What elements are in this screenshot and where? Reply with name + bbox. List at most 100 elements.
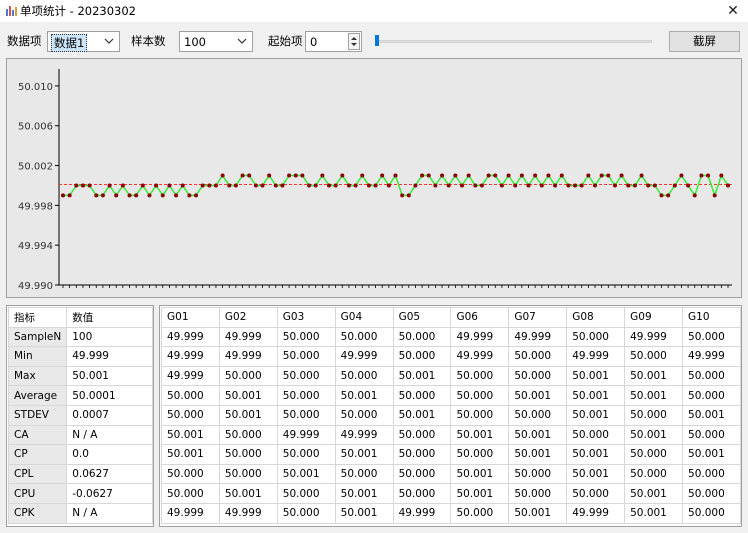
stats-header-cell: 数值 bbox=[66, 307, 153, 328]
data-point bbox=[307, 183, 312, 188]
data-point bbox=[726, 183, 730, 188]
groups-cell: 50.000 bbox=[276, 346, 336, 367]
table-row: CPK N / A bbox=[7, 502, 153, 524]
start-slider-track[interactable] bbox=[375, 40, 652, 43]
data-point bbox=[579, 183, 584, 188]
data-point bbox=[420, 173, 425, 178]
line-chart: 50.010 50.006 50.002 49.998 49.994 49.990 bbox=[18, 69, 732, 292]
groups-cell: 49.999 bbox=[334, 346, 394, 367]
table-row: 50.000 50.000 50.001 50.000 50.000 50.001 50.0… bbox=[161, 463, 741, 485]
data-point bbox=[440, 173, 445, 178]
groups-table: G01 G02 G03 G04 G05 G06 G07 G08 G09 G10 49.999 49.9… bbox=[161, 307, 741, 524]
screenshot-button[interactable]: 截屏 bbox=[669, 31, 740, 52]
data-point bbox=[154, 183, 159, 188]
data-item-select[interactable]: 数据1 bbox=[47, 31, 120, 52]
groups-cell: 50.001 bbox=[334, 385, 394, 406]
groups-cell: 50.000 bbox=[450, 385, 510, 406]
data-point bbox=[446, 183, 451, 188]
table-row: CPU -0.0627 bbox=[7, 483, 153, 504]
data-point bbox=[300, 173, 305, 178]
groups-header-cell: G05 bbox=[392, 307, 452, 328]
groups-cell: 49.999 bbox=[161, 346, 220, 367]
groups-cell: 50.001 bbox=[334, 483, 394, 504]
groups-cell: 50.000 bbox=[508, 483, 568, 504]
groups-header-cell: G07 bbox=[508, 307, 568, 328]
groups-header-row: G01 G02 G03 G04 G05 G06 G07 G08 G09 G10 bbox=[161, 307, 741, 328]
groups-cell: 50.001 bbox=[218, 404, 278, 426]
groups-cell: 50.001 bbox=[508, 385, 568, 406]
groups-cell: 50.001 bbox=[276, 463, 336, 485]
data-point bbox=[327, 183, 331, 188]
groups-cell: 49.999 bbox=[161, 502, 220, 524]
data-point bbox=[80, 183, 85, 188]
data-point bbox=[473, 183, 478, 188]
sample-count-select[interactable]: 100 bbox=[179, 31, 253, 52]
groups-cell: 49.999 bbox=[276, 424, 336, 446]
data-point bbox=[94, 193, 99, 198]
groups-cell: 50.000 bbox=[334, 463, 394, 485]
table-row: CP 0.0 bbox=[7, 444, 153, 465]
data-point bbox=[393, 173, 398, 178]
y-tick-label: 49.990 bbox=[18, 281, 53, 292]
groups-cell: 50.000 bbox=[682, 365, 741, 387]
data-point bbox=[699, 173, 704, 178]
groups-cell: 50.000 bbox=[218, 424, 278, 446]
stats-cell: Min bbox=[7, 346, 68, 367]
data-point bbox=[599, 173, 604, 178]
groups-cell: 49.999 bbox=[161, 326, 220, 348]
groups-cell: 50.000 bbox=[276, 326, 336, 348]
stats-cell: 0.0 bbox=[66, 444, 153, 465]
groups-cell: 49.999 bbox=[450, 326, 510, 348]
stats-cell: -0.0627 bbox=[66, 483, 153, 504]
stats-cell: CPK bbox=[7, 502, 68, 524]
data-point bbox=[273, 183, 278, 188]
data-point bbox=[87, 183, 92, 188]
groups-cell: 50.001 bbox=[624, 424, 684, 446]
groups-cell: 50.000 bbox=[624, 463, 684, 485]
data-point bbox=[573, 183, 578, 188]
table-row: 49.999 49.999 50.000 50.001 49.999 50.000 50.0… bbox=[161, 502, 741, 524]
data-point bbox=[260, 183, 265, 188]
groups-cell: 50.000 bbox=[392, 483, 452, 504]
groups-cell: 50.000 bbox=[682, 385, 741, 406]
groups-cell: 49.999 bbox=[161, 365, 220, 387]
chevron-down-icon bbox=[104, 38, 114, 44]
table-row: Max 50.001 bbox=[7, 365, 153, 387]
data-point bbox=[639, 173, 644, 178]
data-point bbox=[333, 183, 338, 188]
start-item-spinner[interactable]: 0 bbox=[305, 31, 362, 52]
data-point bbox=[120, 183, 125, 188]
start-slider-thumb[interactable] bbox=[375, 35, 379, 46]
data-point bbox=[706, 173, 711, 178]
groups-cell: 50.000 bbox=[450, 444, 510, 465]
data-point bbox=[61, 193, 65, 198]
data-point bbox=[553, 183, 558, 188]
data-point bbox=[606, 173, 611, 178]
spinner-buttons[interactable] bbox=[348, 33, 360, 50]
stats-header-cell: 指标 bbox=[7, 307, 68, 328]
groups-cell: 49.999 bbox=[624, 326, 684, 348]
data-point bbox=[632, 183, 637, 188]
close-button[interactable]: ✕ bbox=[718, 0, 748, 22]
table-row: 50.001 50.000 49.999 49.999 50.000 50.001 50.0… bbox=[161, 424, 741, 446]
groups-cell: 49.999 bbox=[334, 424, 394, 446]
groups-header-cell: G02 bbox=[218, 307, 278, 328]
y-tick-label: 50.010 bbox=[18, 82, 53, 93]
groups-cell: 50.001 bbox=[624, 502, 684, 524]
data-point bbox=[240, 173, 245, 178]
groups-cell: 50.000 bbox=[161, 385, 220, 406]
groups-cell: 50.000 bbox=[276, 404, 336, 426]
title-bar: 单项统计 - 20230302 ✕ bbox=[0, 0, 748, 22]
y-tick-label: 49.998 bbox=[18, 201, 53, 212]
data-point bbox=[386, 183, 391, 188]
groups-cell: 50.000 bbox=[276, 502, 336, 524]
groups-cell: 50.001 bbox=[161, 444, 220, 465]
data-point bbox=[513, 183, 518, 188]
data-point bbox=[526, 183, 531, 188]
data-point bbox=[233, 183, 238, 188]
groups-cell: 50.000 bbox=[276, 483, 336, 504]
data-point bbox=[413, 183, 418, 188]
groups-cell: 50.000 bbox=[508, 463, 568, 485]
groups-cell: 50.000 bbox=[682, 463, 741, 485]
data-point bbox=[134, 193, 139, 198]
